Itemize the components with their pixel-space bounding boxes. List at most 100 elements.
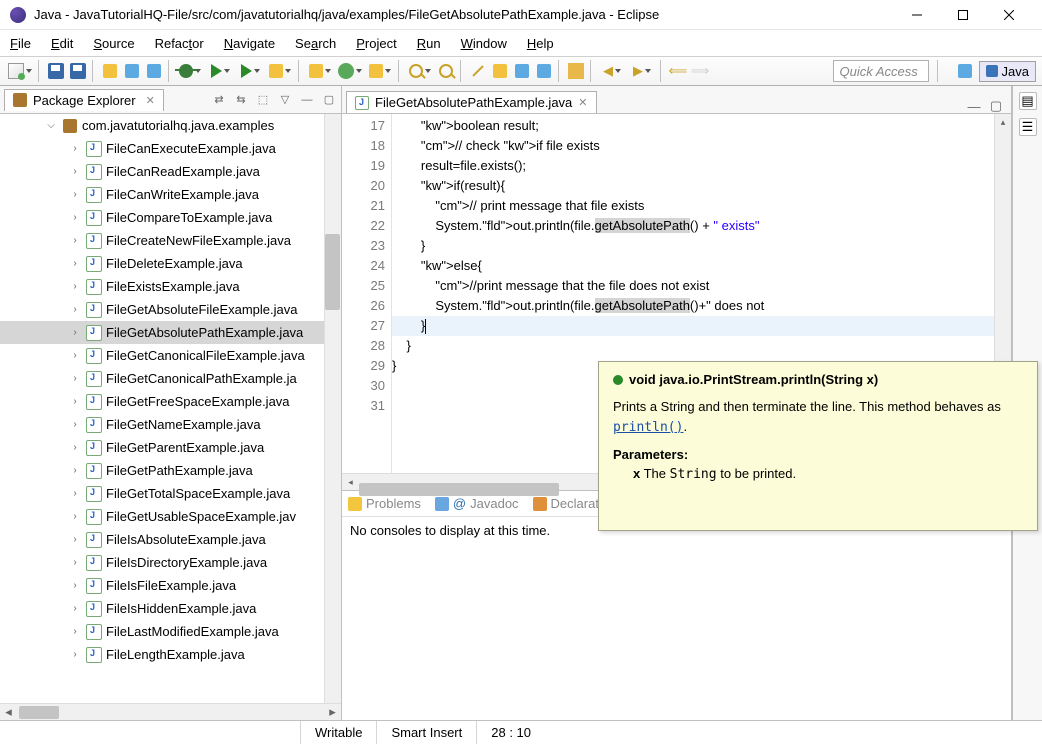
tooltip-link[interactable]: println()	[613, 420, 683, 435]
tree-file-row[interactable]: ›FileGetParentExample.java	[0, 436, 341, 459]
toggle-mark-button[interactable]	[468, 61, 488, 81]
tree-file-row[interactable]: ›FileDeleteExample.java	[0, 252, 341, 275]
external-tools-button[interactable]	[266, 61, 294, 81]
tree-file-row[interactable]: ›FileCanReadExample.java	[0, 160, 341, 183]
editor-tab[interactable]: FileGetAbsolutePathExample.java ✕	[346, 91, 597, 113]
tree-file-row[interactable]: ›FileGetPathExample.java	[0, 459, 341, 482]
back-history-button[interactable]: ◀	[598, 61, 626, 81]
run-button[interactable]	[206, 61, 234, 81]
tree-file-row[interactable]: ›FileGetCanonicalFileExample.java	[0, 344, 341, 367]
scroll-right-button[interactable]: ▸	[324, 705, 341, 720]
package-explorer-tree[interactable]: ⌵ com.javatutorialhq.java.examples ›File…	[0, 114, 341, 703]
close-icon[interactable]: ✕	[578, 96, 587, 109]
twisty-icon[interactable]: ›	[68, 373, 82, 384]
twisty-icon[interactable]: ›	[68, 166, 82, 177]
maximize-view-button[interactable]: ▢	[321, 92, 337, 108]
twisty-icon[interactable]: ›	[68, 396, 82, 407]
tree-file-row[interactable]: ›FileGetAbsolutePathExample.java	[0, 321, 341, 344]
tree-file-row[interactable]: ›FileExistsExample.java	[0, 275, 341, 298]
twisty-icon[interactable]: ›	[68, 235, 82, 246]
tree-file-row[interactable]: ›FileGetUsableSpaceExample.jav	[0, 505, 341, 528]
twisty-icon[interactable]: ›	[68, 626, 82, 637]
forward-history-button[interactable]: ▶	[628, 61, 656, 81]
twisty-icon[interactable]: ›	[68, 143, 82, 154]
filters-button[interactable]: ⬚	[255, 92, 271, 108]
search-button[interactable]	[436, 61, 456, 81]
toolbar-button[interactable]	[122, 61, 142, 81]
scrollbar-thumb[interactable]	[359, 483, 559, 496]
toolbar-button[interactable]	[100, 61, 120, 81]
twisty-icon[interactable]: ›	[68, 304, 82, 315]
collapse-all-button[interactable]: ⇄	[211, 92, 227, 108]
twisty-icon[interactable]: ›	[68, 212, 82, 223]
new-button[interactable]	[6, 61, 34, 81]
scroll-left-button[interactable]: ◂	[342, 475, 359, 490]
maximize-editor-button[interactable]: ▢	[989, 99, 1003, 113]
tab-declaration[interactable]: Declarat	[533, 496, 599, 511]
twisty-icon[interactable]: ›	[68, 350, 82, 361]
twisty-icon[interactable]: ›	[68, 534, 82, 545]
tree-file-row[interactable]: ›FileGetAbsoluteFileExample.java	[0, 298, 341, 321]
menu-project[interactable]: Project	[352, 34, 400, 53]
menu-help[interactable]: Help	[523, 34, 558, 53]
nav-back-button[interactable]: ⟸	[668, 61, 688, 81]
new-class-button[interactable]	[336, 61, 364, 81]
link-editor-button[interactable]: ⇆	[233, 92, 249, 108]
menu-navigate[interactable]: Navigate	[220, 34, 279, 53]
tree-scrollbar[interactable]	[324, 114, 341, 703]
tree-file-row[interactable]: ›FileCompareToExample.java	[0, 206, 341, 229]
tree-file-row[interactable]: ›FileGetNameExample.java	[0, 413, 341, 436]
toolbar-button[interactable]	[534, 61, 554, 81]
tree-file-row[interactable]: ›FileLastModifiedExample.java	[0, 620, 341, 643]
menu-file[interactable]: File	[6, 34, 35, 53]
twisty-icon[interactable]: ›	[68, 649, 82, 660]
menu-source[interactable]: Source	[89, 34, 138, 53]
save-button[interactable]	[46, 61, 66, 81]
twisty-icon[interactable]: ›	[68, 281, 82, 292]
open-type-button[interactable]	[406, 61, 434, 81]
twisty-icon[interactable]: ›	[68, 603, 82, 614]
tree-file-row[interactable]: ›FileCanWriteExample.java	[0, 183, 341, 206]
package-explorer-tab[interactable]: Package Explorer ✕	[4, 89, 164, 111]
menu-refactor[interactable]: Refactor	[151, 34, 208, 53]
twisty-icon[interactable]: ›	[68, 488, 82, 499]
tree-file-row[interactable]: ›FileGetFreeSpaceExample.java	[0, 390, 341, 413]
task-list-button[interactable]: ☰	[1019, 118, 1037, 136]
tree-file-row[interactable]: ›FileCanExecuteExample.java	[0, 137, 341, 160]
tree-file-row[interactable]: ›FileIsFileExample.java	[0, 574, 341, 597]
menu-edit[interactable]: Edit	[47, 34, 77, 53]
tree-file-row[interactable]: ›FileGetCanonicalPathExample.ja	[0, 367, 341, 390]
close-icon[interactable]: ✕	[146, 94, 155, 107]
outline-view-button[interactable]: ▤	[1019, 92, 1037, 110]
scroll-up-button[interactable]: ▴	[995, 114, 1011, 131]
nav-forward-button[interactable]: ⟹	[690, 61, 710, 81]
menu-search[interactable]: Search	[291, 34, 340, 53]
quick-access-input[interactable]: Quick Access	[833, 60, 929, 82]
twisty-icon[interactable]: ›	[68, 465, 82, 476]
toolbar-button[interactable]	[512, 61, 532, 81]
tree-file-row[interactable]: ›FileIsAbsoluteExample.java	[0, 528, 341, 551]
pin-button[interactable]	[566, 61, 586, 81]
tab-problems[interactable]: Problems	[348, 496, 421, 511]
scrollbar-thumb[interactable]	[325, 234, 340, 310]
open-perspective-button[interactable]	[955, 61, 975, 81]
minimize-editor-button[interactable]: —	[967, 99, 981, 113]
twisty-icon[interactable]: ›	[68, 557, 82, 568]
menu-run[interactable]: Run	[413, 34, 445, 53]
save-all-button[interactable]	[68, 61, 88, 81]
maximize-button[interactable]	[940, 0, 986, 30]
debug-button[interactable]	[176, 61, 204, 81]
run-last-button[interactable]	[236, 61, 264, 81]
twisty-icon[interactable]: ›	[68, 258, 82, 269]
menu-window[interactable]: Window	[457, 34, 511, 53]
tree-hscrollbar[interactable]: ◂ ▸	[0, 703, 341, 720]
tree-file-row[interactable]: ›FileLengthExample.java	[0, 643, 341, 666]
minimize-view-button[interactable]: —	[299, 92, 315, 108]
twisty-icon[interactable]: ›	[68, 580, 82, 591]
twisty-icon[interactable]: ›	[68, 189, 82, 200]
scrollbar-thumb[interactable]	[19, 706, 59, 719]
tree-file-row[interactable]: ›FileIsHiddenExample.java	[0, 597, 341, 620]
twisty-icon[interactable]: ›	[68, 511, 82, 522]
twisty-icon[interactable]: ›	[68, 419, 82, 430]
twisty-icon[interactable]: ⌵	[44, 120, 58, 131]
